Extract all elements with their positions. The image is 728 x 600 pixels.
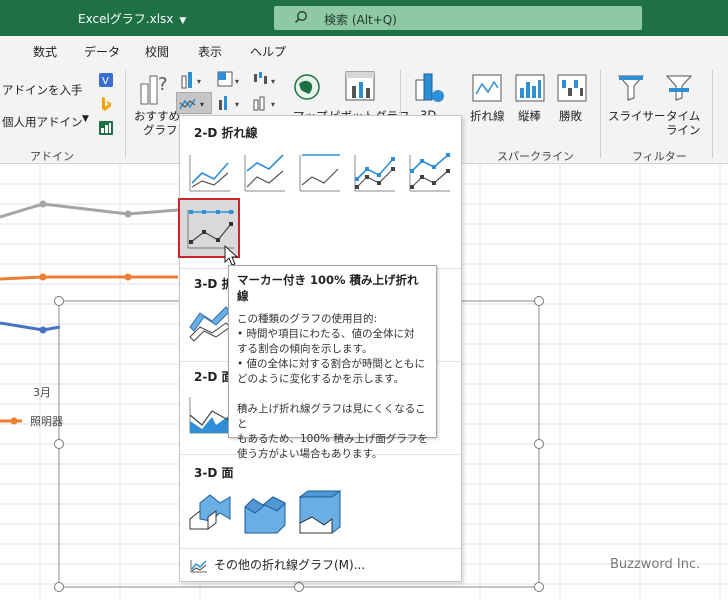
stacked-line-with-markers-thumb[interactable] [406, 149, 454, 195]
tooltip-line: この種類のグラフの使用目的: [237, 313, 378, 325]
svg-text:▾: ▾ [197, 77, 201, 86]
legend-marker [10, 417, 18, 425]
filters-group-label: フィルター [632, 150, 687, 163]
chart-type-tooltip: マーカー付き 100% 積み上げ折れ線 この種類のグラフの使用目的: • 時間や… [228, 265, 437, 460]
line-with-markers-thumb[interactable] [351, 149, 399, 195]
sparkline-winloss-icon[interactable] [557, 74, 587, 102]
3d-100-stacked-area-chart-thumb[interactable] [296, 489, 344, 535]
maps-icon[interactable] [292, 72, 322, 104]
mouse-cursor-icon [224, 245, 239, 266]
more-line-charts-link[interactable]: その他の折れ線グラフ(M)... [190, 556, 365, 573]
chevron-down-icon[interactable]: ▼ [82, 114, 89, 124]
ribbon-tabs: 数式 データ 校閲 表示 ヘルプ [0, 36, 728, 64]
svg-text:▾: ▾ [200, 100, 204, 109]
search-icon [295, 11, 307, 23]
recommended-charts-label-2[interactable]: グラフ [143, 122, 178, 138]
divider [180, 548, 461, 549]
line-chart-dropdown-button[interactable]: ▾ [176, 92, 212, 114]
line-chart-small-icon [190, 559, 207, 572]
series-point [124, 273, 132, 281]
group-divider [712, 70, 713, 158]
tooltip-line: 使う方がよい場合もあります。 [237, 448, 383, 460]
sparkline-column-icon[interactable] [515, 74, 545, 102]
recommended-charts-icon[interactable]: ? [138, 70, 172, 106]
visio-icon[interactable]: V [98, 72, 114, 88]
stacked-line-chart-thumb[interactable] [241, 149, 289, 195]
svg-text:?: ? [158, 74, 168, 95]
tooltip-line: する割合の傾向を示します。 [237, 343, 373, 355]
tooltip-line [237, 387, 428, 402]
slicer-icon[interactable] [616, 72, 646, 104]
filename: Excelグラフ.xlsx [78, 12, 174, 26]
tooltip-title: マーカー付き 100% 積み上げ折れ線 [237, 273, 419, 303]
slicer-label[interactable]: スライサー [608, 108, 666, 124]
tab-formulas[interactable]: 数式 [33, 43, 57, 60]
line-chart-icon: ▾ [179, 98, 204, 110]
tooltip-line: もあるため、100% 積み上げ面グラフを [237, 433, 428, 445]
series-point [39, 273, 47, 281]
tab-view[interactable]: 表示 [198, 43, 222, 60]
sparkline-winloss-label[interactable]: 勝敗 [559, 108, 582, 124]
svg-text:V: V [102, 76, 109, 87]
tooltip-line: 積み上げ折れ線グラフは見にくくなること [237, 403, 426, 430]
axis-label: 3月 [33, 386, 51, 399]
svg-text:▾: ▾ [235, 77, 239, 86]
chevron-down-icon: ▼ [179, 16, 187, 26]
area-chart-thumb[interactable] [186, 391, 234, 437]
more-line-charts-label: その他の折れ線グラフ(M)... [214, 558, 366, 572]
sparkline-column-label[interactable]: 縦棒 [518, 108, 541, 124]
scatter-chart-icon[interactable]: ▾ [216, 94, 246, 112]
line-chart-thumb[interactable] [186, 149, 234, 195]
tooltip-line: • 時間や項目にわたる、値の全体に対 [237, 328, 415, 340]
addins-group-label: アドイン [30, 150, 74, 163]
3d-line-chart-thumb[interactable] [186, 297, 234, 343]
title-bar: Excelグラフ.xlsx ▼ 検索 (Alt+Q) [0, 0, 728, 36]
sparkline-line-label[interactable]: 折れ線 [470, 108, 505, 124]
tooltip-line: • 値の全体に対する割合が時間とともに [237, 358, 426, 370]
series-point [39, 200, 47, 208]
pivot-chart-icon[interactable] [344, 70, 378, 104]
search-text: 検索 (Alt+Q) [324, 13, 397, 27]
legend-label: 照明器 [30, 415, 63, 428]
group-divider [600, 70, 601, 158]
watermark: Buzzword Inc. [610, 557, 701, 572]
svg-text:▾: ▾ [271, 100, 275, 109]
tooltip-line: どのように変化するかを示します。 [237, 373, 404, 385]
my-addins-button[interactable]: 個人用アドイン [2, 114, 83, 130]
waterfall-chart-icon[interactable]: ▾ [252, 70, 282, 90]
combo-chart-icon[interactable]: ▾ [252, 94, 282, 112]
sparkline-line-icon[interactable] [472, 74, 502, 102]
series-point [124, 210, 132, 218]
timeline-label-2[interactable]: ライン [666, 122, 701, 138]
svg-text:▾: ▾ [235, 100, 239, 109]
tab-help[interactable]: ヘルプ [250, 43, 286, 60]
series-point [39, 326, 47, 334]
timeline-icon[interactable] [664, 72, 694, 104]
3d-map-icon[interactable] [412, 70, 446, 104]
100-stacked-line-chart-thumb[interactable] [296, 149, 344, 195]
section-3d-area: 3-D 面 [194, 466, 234, 480]
3d-stacked-area-chart-thumb[interactable] [241, 489, 289, 535]
document-title[interactable]: Excelグラフ.xlsx ▼ [78, 10, 186, 27]
3d-area-chart-thumb[interactable] [186, 489, 234, 535]
svg-text:▾: ▾ [271, 77, 275, 86]
sparklines-group-label: スパークライン [497, 150, 574, 163]
series-line-orange [0, 275, 178, 281]
series-line-gray [0, 202, 179, 219]
search-box[interactable]: 検索 (Alt+Q) [274, 6, 642, 30]
people-graph-icon[interactable] [98, 120, 114, 136]
section-2d-line: 2-D 折れ線 [194, 126, 258, 140]
hierarchy-chart-icon[interactable]: ▾ [216, 70, 246, 90]
group-divider [125, 70, 126, 158]
tab-review[interactable]: 校閲 [145, 43, 169, 60]
bing-icon[interactable] [98, 96, 114, 112]
get-addins-button[interactable]: アドインを入手 [2, 82, 83, 98]
column-chart-icon[interactable]: ▾ [180, 70, 210, 90]
tab-data[interactable]: データ [84, 43, 120, 60]
